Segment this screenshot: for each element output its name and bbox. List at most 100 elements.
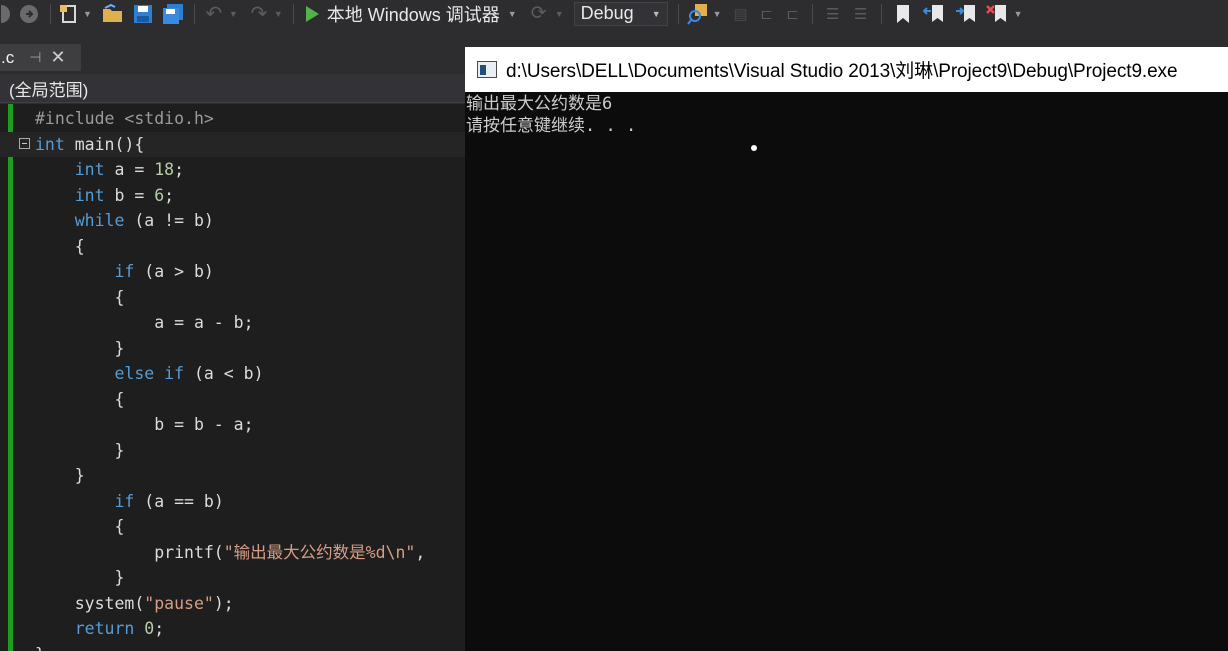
scope-navigation-bar[interactable]: (全局范围): [0, 74, 465, 103]
redo-icon[interactable]: ↷: [246, 2, 272, 26]
code-token: ;: [164, 185, 175, 205]
uncomment-icon[interactable]: ⊏: [754, 2, 780, 26]
code-line[interactable]: int b = 6;: [0, 183, 465, 208]
prev-bookmark-icon[interactable]: [918, 2, 950, 26]
run-dropdown-icon[interactable]: ▼: [508, 9, 517, 19]
code-line-text: }: [35, 336, 124, 361]
code-line[interactable]: {: [0, 514, 465, 539]
code-token: 0: [144, 619, 155, 638]
code-token: "输出最大公约数是%d\n": [223, 542, 416, 562]
comment-icon[interactable]: ▤: [728, 2, 754, 26]
mouse-cursor-icon: [751, 145, 757, 151]
code-line-text: }: [35, 565, 124, 590]
undo-icon[interactable]: ↶: [201, 2, 227, 26]
code-line-text: {: [35, 387, 124, 412]
code-line[interactable]: {: [0, 387, 465, 412]
bookmark-icon[interactable]: [888, 2, 918, 26]
code-line-text: system("pause");: [35, 591, 234, 616]
code-line-text: a = a - b;: [35, 310, 254, 335]
code-token: (a == b): [134, 491, 224, 511]
configuration-value: Debug: [580, 3, 634, 23]
code-line[interactable]: system("pause");: [0, 591, 465, 616]
document-tab[interactable]: .c ⊣ ✕: [0, 44, 81, 71]
code-editor[interactable]: #include <stdio.h> int main(){ int a = 18…: [0, 104, 465, 651]
decrease-indent-icon[interactable]: ☰: [847, 2, 875, 26]
start-debugging-button[interactable]: 本地 Windows 调试器: [305, 1, 500, 27]
code-line[interactable]: if (a > b): [0, 259, 465, 284]
code-line-text: printf("输出最大公约数是%d\n",: [35, 540, 425, 565]
refresh-icon[interactable]: ⟳: [525, 2, 553, 26]
code-line[interactable]: printf("输出最大公约数是%d\n",: [0, 540, 465, 565]
code-token: a = a - b;: [35, 313, 254, 332]
code-line[interactable]: b = b - a;: [0, 412, 465, 437]
next-bookmark-icon[interactable]: [950, 2, 982, 26]
code-line-text: b = b - a;: [35, 412, 253, 437]
code-line[interactable]: }: [0, 642, 465, 651]
code-token: (a < b): [184, 364, 264, 383]
code-line[interactable]: }: [0, 336, 465, 361]
collapse-icon[interactable]: [19, 137, 30, 149]
code-line[interactable]: }: [0, 463, 465, 488]
console-title-bar[interactable]: d:\Users\DELL\Documents\Visual Studio 20…: [465, 47, 1228, 92]
save-all-icon[interactable]: [158, 2, 188, 26]
code-line[interactable]: }: [0, 438, 465, 463]
pin-icon[interactable]: ⊣: [29, 49, 41, 66]
code-line-text: {: [35, 514, 124, 539]
code-line-text: if (a == b): [35, 489, 224, 514]
toolbar-overflow-icon[interactable]: ▼: [1014, 9, 1023, 19]
back-icon[interactable]: [0, 2, 14, 26]
code-token: if: [164, 364, 185, 383]
find-in-files-icon[interactable]: [685, 2, 711, 26]
close-icon[interactable]: ✕: [50, 47, 65, 68]
code-line[interactable]: #include <stdio.h>: [0, 106, 465, 131]
save-icon[interactable]: [128, 2, 158, 26]
new-project-dropdown-icon[interactable]: ▼: [83, 9, 92, 19]
run-icon: [305, 5, 319, 22]
code-token: );: [213, 593, 234, 613]
scope-dropdown[interactable]: (全局范围): [0, 76, 88, 101]
code-line[interactable]: if (a == b): [0, 489, 465, 514]
code-token: }: [35, 466, 85, 485]
console-output-line: 输出最大公约数是6: [466, 94, 613, 114]
code-token: "pause": [144, 593, 214, 613]
code-token: main(){: [64, 134, 145, 154]
code-line[interactable]: {: [0, 234, 465, 259]
clear-bookmarks-icon[interactable]: [982, 2, 1012, 26]
code-token: if: [114, 491, 135, 511]
forward-icon[interactable]: [14, 2, 44, 26]
outdent-icon[interactable]: ⊏: [780, 2, 806, 26]
redo-dropdown-icon[interactable]: ▼: [274, 9, 283, 19]
new-project-icon[interactable]: [57, 2, 81, 26]
refresh-dropdown-icon[interactable]: ▼: [555, 9, 564, 19]
toolbar-separator: [677, 3, 679, 24]
console-window[interactable]: d:\Users\DELL\Documents\Visual Studio 20…: [465, 47, 1228, 651]
code-line[interactable]: while (a != b): [0, 208, 465, 233]
code-token: #include <stdio.h>: [35, 109, 214, 128]
code-line[interactable]: {: [0, 285, 465, 310]
code-line-text: else if (a < b): [35, 361, 264, 386]
toolbar-separator: [811, 3, 813, 24]
indent-icon[interactable]: ☰: [819, 2, 847, 26]
code-line[interactable]: int a = 18;: [0, 157, 465, 182]
code-line-text: }: [35, 438, 124, 463]
code-line[interactable]: }: [0, 565, 465, 590]
code-line[interactable]: int main(){: [0, 131, 465, 157]
code-line[interactable]: a = a - b;: [0, 310, 465, 335]
configuration-select[interactable]: Debug ▼: [573, 1, 668, 26]
code-token: if: [114, 262, 135, 281]
code-token: system(: [35, 593, 145, 613]
code-line[interactable]: return 0;: [0, 616, 465, 641]
code-line[interactable]: else if (a < b): [0, 361, 465, 386]
open-file-icon[interactable]: [98, 2, 128, 26]
document-tab-label: .c: [1, 47, 15, 67]
undo-dropdown-icon[interactable]: ▼: [229, 9, 238, 19]
find-dropdown-icon[interactable]: ▼: [713, 9, 722, 19]
toolbar-separator: [880, 3, 882, 24]
console-output: 输出最大公约数是6 请按任意键继续. . .: [466, 93, 636, 137]
console-app-icon: [477, 61, 497, 78]
code-token: ;: [154, 619, 165, 638]
